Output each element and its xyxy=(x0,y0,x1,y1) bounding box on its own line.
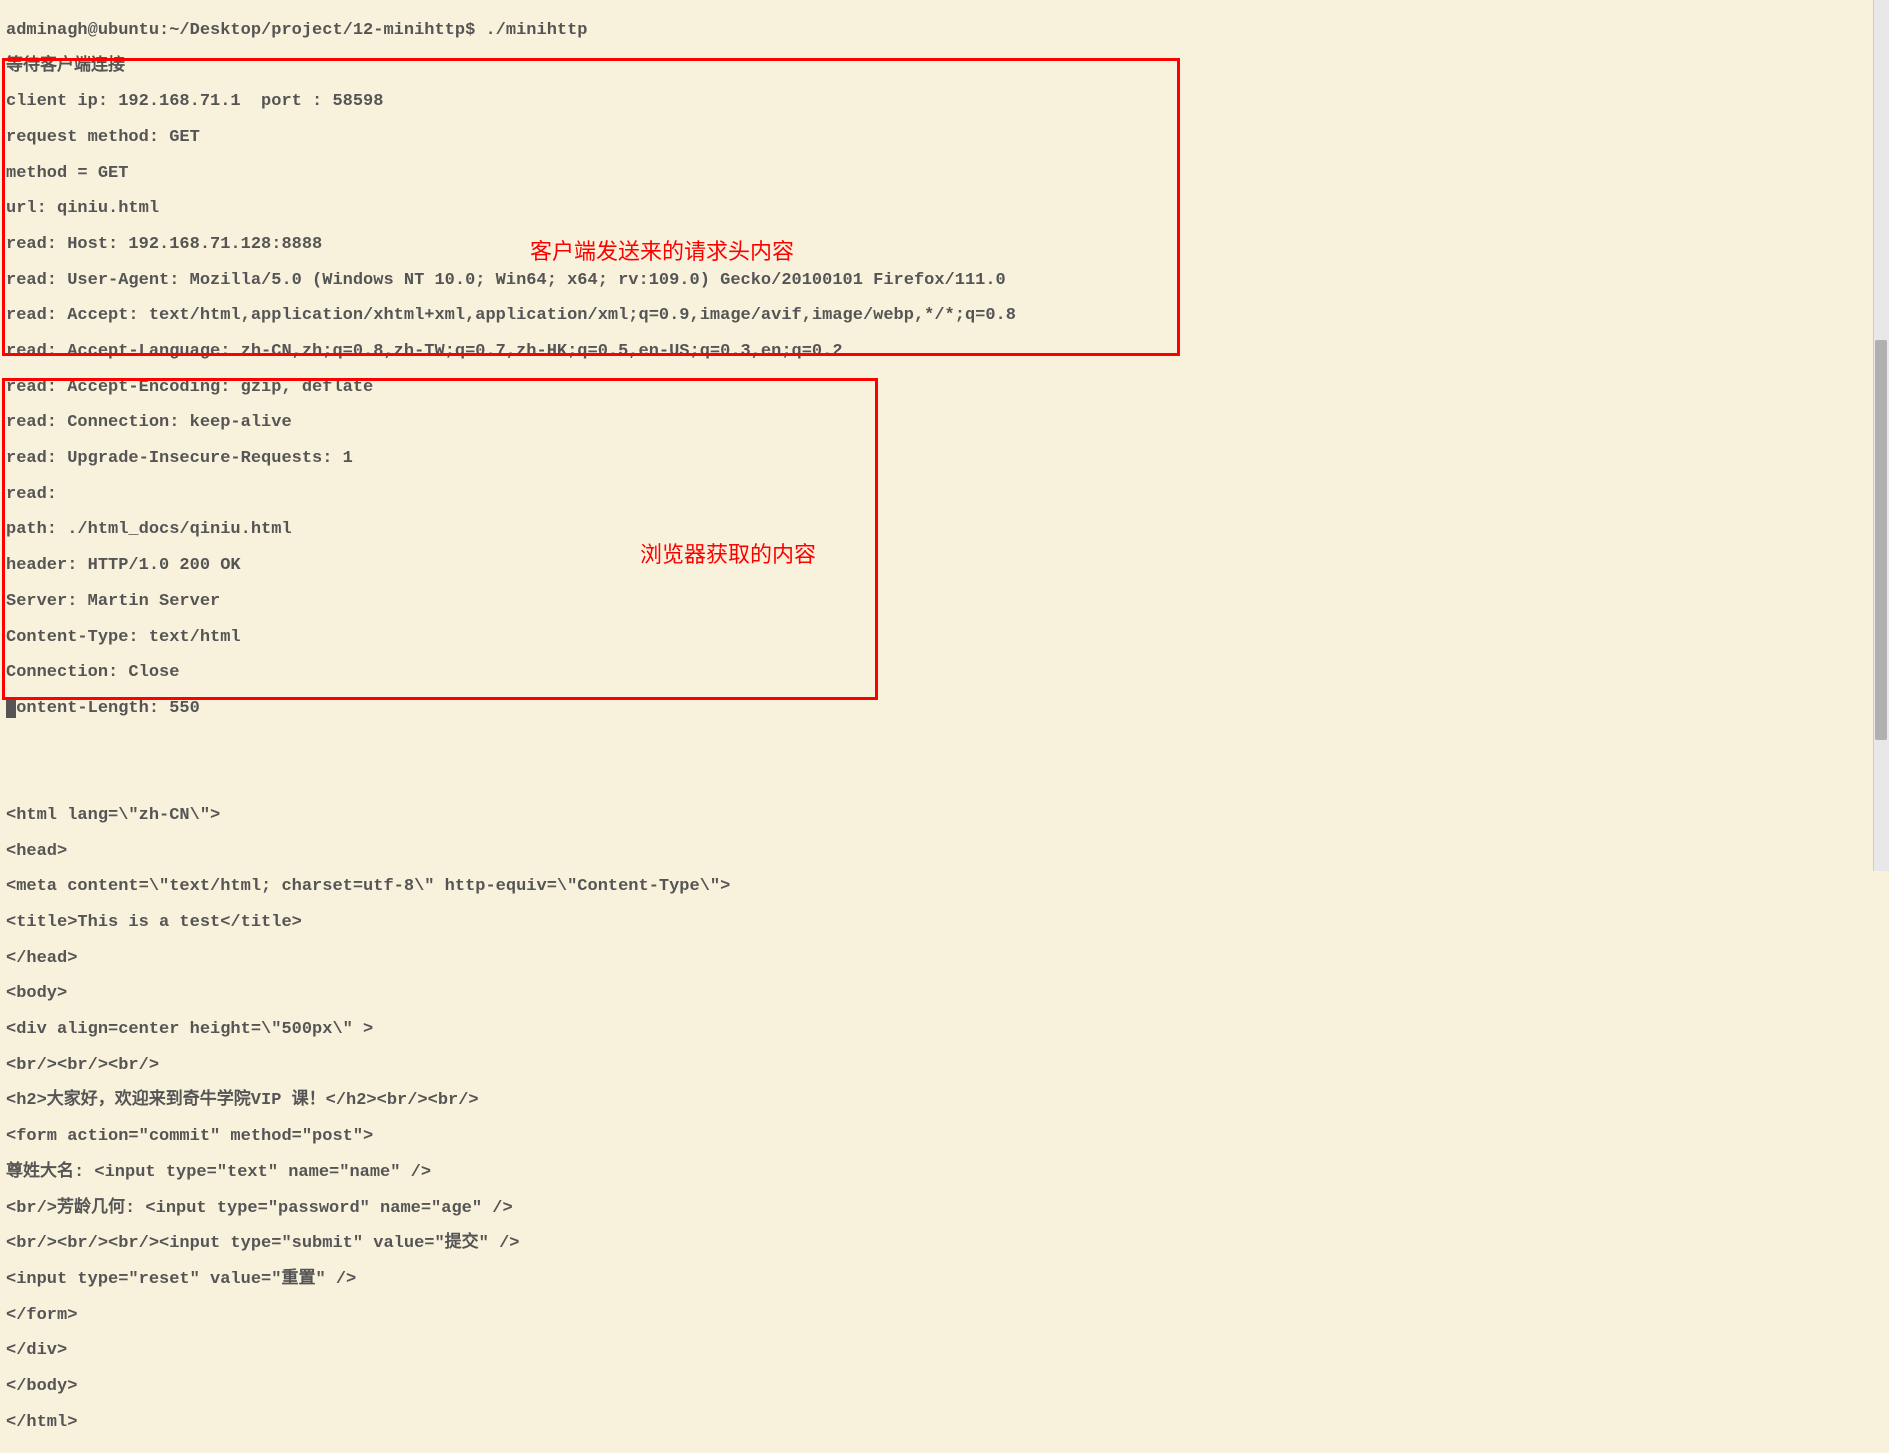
terminal-line: header: HTTP/1.0 200 OK xyxy=(6,557,1883,575)
terminal-line: <title>This is a test</title> xyxy=(6,914,1883,932)
terminal-line: client ip: 192.168.71.1 port : 58598 xyxy=(6,93,1883,111)
terminal-line: </head> xyxy=(6,950,1883,968)
terminal-output: adminagh@ubuntu:~/Desktop/project/12-min… xyxy=(0,0,1889,1453)
terminal-line: 等待客户端连接 xyxy=(6,58,1883,76)
terminal-line: </form> xyxy=(6,1307,1883,1325)
terminal-line: 尊姓大名: <input type="text" name="name" /> xyxy=(6,1164,1883,1182)
terminal-line: <form action="commit" method="post"> xyxy=(6,1128,1883,1146)
terminal-line xyxy=(6,771,1883,789)
terminal-line: <br/>芳龄几何: <input type="password" name="… xyxy=(6,1200,1883,1218)
terminal-line: <br/><br/><br/> xyxy=(6,1057,1883,1075)
terminal-line: Content-Length: 550 xyxy=(6,700,1883,718)
terminal-line: read: User-Agent: Mozilla/5.0 (Windows N… xyxy=(6,272,1883,290)
scrollbar-thumb[interactable] xyxy=(1875,340,1887,740)
terminal-line: url: qiniu.html xyxy=(6,200,1883,218)
terminal-line: Connection: Close xyxy=(6,664,1883,682)
terminal-line: method = GET xyxy=(6,165,1883,183)
terminal-line: read: Upgrade-Insecure-Requests: 1 xyxy=(6,450,1883,468)
terminal-line: request method: GET xyxy=(6,129,1883,147)
terminal-line: </div> xyxy=(6,1342,1883,1360)
terminal-line: adminagh@ubuntu:~/Desktop/project/12-min… xyxy=(6,22,1883,40)
terminal-line: Server: Martin Server xyxy=(6,593,1883,611)
terminal-line: <body> xyxy=(6,985,1883,1003)
terminal-line xyxy=(6,736,1883,754)
terminal-line: read: Accept-Encoding: gzip, deflate xyxy=(6,379,1883,397)
vertical-scrollbar[interactable] xyxy=(1873,0,1889,871)
terminal-line: read: Accept: text/html,application/xhtm… xyxy=(6,307,1883,325)
browser-content-annotation: 浏览器获取的内容 xyxy=(640,543,816,566)
terminal-line: </body> xyxy=(6,1378,1883,1396)
terminal-line: <head> xyxy=(6,843,1883,861)
terminal-line: Content-Type: text/html xyxy=(6,629,1883,647)
request-header-annotation: 客户端发送来的请求头内容 xyxy=(530,240,794,263)
terminal-line: <h2>大家好，欢迎来到奇牛学院VIP 课！</h2><br/><br/> xyxy=(6,1092,1883,1110)
terminal-line: read: Host: 192.168.71.128:8888 xyxy=(6,236,1883,254)
terminal-line: <input type="reset" value="重置" /> xyxy=(6,1271,1883,1289)
terminal-line: <div align=center height=\"500px\" > xyxy=(6,1021,1883,1039)
terminal-line: <html lang=\"zh-CN\"> xyxy=(6,807,1883,825)
terminal-line: <br/><br/><br/><input type="submit" valu… xyxy=(6,1235,1883,1253)
terminal-line: read: xyxy=(6,486,1883,504)
terminal-line: read: Connection: keep-alive xyxy=(6,414,1883,432)
terminal-line: read: Accept-Language: zh-CN,zh;q=0.8,zh… xyxy=(6,343,1883,361)
terminal-line: </html> xyxy=(6,1414,1883,1432)
terminal-line: <meta content=\"text/html; charset=utf-8… xyxy=(6,878,1883,896)
terminal-line: path: ./html_docs/qiniu.html xyxy=(6,521,1883,539)
terminal-cursor xyxy=(6,700,16,718)
